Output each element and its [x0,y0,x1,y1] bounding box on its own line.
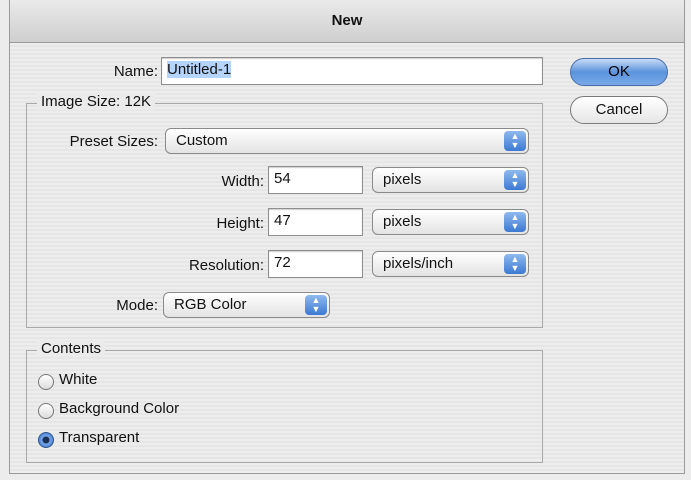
up-down-arrows-icon: ▲ ▼ [305,295,327,315]
transparent-label: Transparent [59,429,140,446]
height-unit-value: pixels [383,213,422,230]
name-label: Name: [113,63,158,80]
resolution-unit-popup[interactable]: pixels/inch ▲ ▼ [372,251,529,277]
name-field[interactable]: Untitled-1 [161,57,543,85]
resolution-value: 72 [274,254,291,271]
height-unit-popup[interactable]: pixels ▲ ▼ [372,209,529,235]
preset-sizes-popup[interactable]: Custom ▲ ▼ [165,128,529,154]
resolution-field[interactable]: 72 [268,250,363,278]
up-down-arrows-icon: ▲ ▼ [504,212,526,232]
name-field-value: Untitled-1 [167,61,232,78]
height-label: Height: [216,215,264,232]
titlebar[interactable]: New [10,0,684,43]
radio-white[interactable] [38,374,54,390]
white-label: White [59,371,98,388]
ok-button[interactable]: OK [570,58,668,86]
image-size-legend: Image Size: 12K [37,93,156,110]
preset-sizes-value: Custom [176,132,228,149]
width-value: 54 [274,170,291,187]
width-label: Width: [221,173,264,190]
height-field[interactable]: 47 [268,208,363,236]
radio-transparent[interactable] [38,432,54,448]
preset-sizes-label: Preset Sizes: [69,133,158,150]
mode-popup[interactable]: RGB Color ▲ ▼ [163,292,330,318]
mode-value: RGB Color [174,296,247,313]
background-color-label: Background Color [59,400,180,417]
contents-legend: Contents [37,340,106,357]
up-down-arrows-icon: ▲ ▼ [504,170,526,190]
width-unit-popup[interactable]: pixels ▲ ▼ [372,167,529,193]
resolution-label: Resolution: [188,257,264,274]
width-field[interactable]: 54 [268,166,363,194]
dialog-title: New [331,12,363,29]
mode-label: Mode: [116,297,158,314]
new-document-dialog: New Name: Untitled-1 OK Cancel Image Siz… [9,0,685,474]
up-down-arrows-icon: ▲ ▼ [504,131,526,151]
radio-background-color[interactable] [38,403,54,419]
cancel-button[interactable]: Cancel [570,96,668,124]
height-value: 47 [274,212,291,229]
up-down-arrows-icon: ▲ ▼ [504,254,526,274]
width-unit-value: pixels [383,171,422,188]
resolution-unit-value: pixels/inch [383,255,454,272]
